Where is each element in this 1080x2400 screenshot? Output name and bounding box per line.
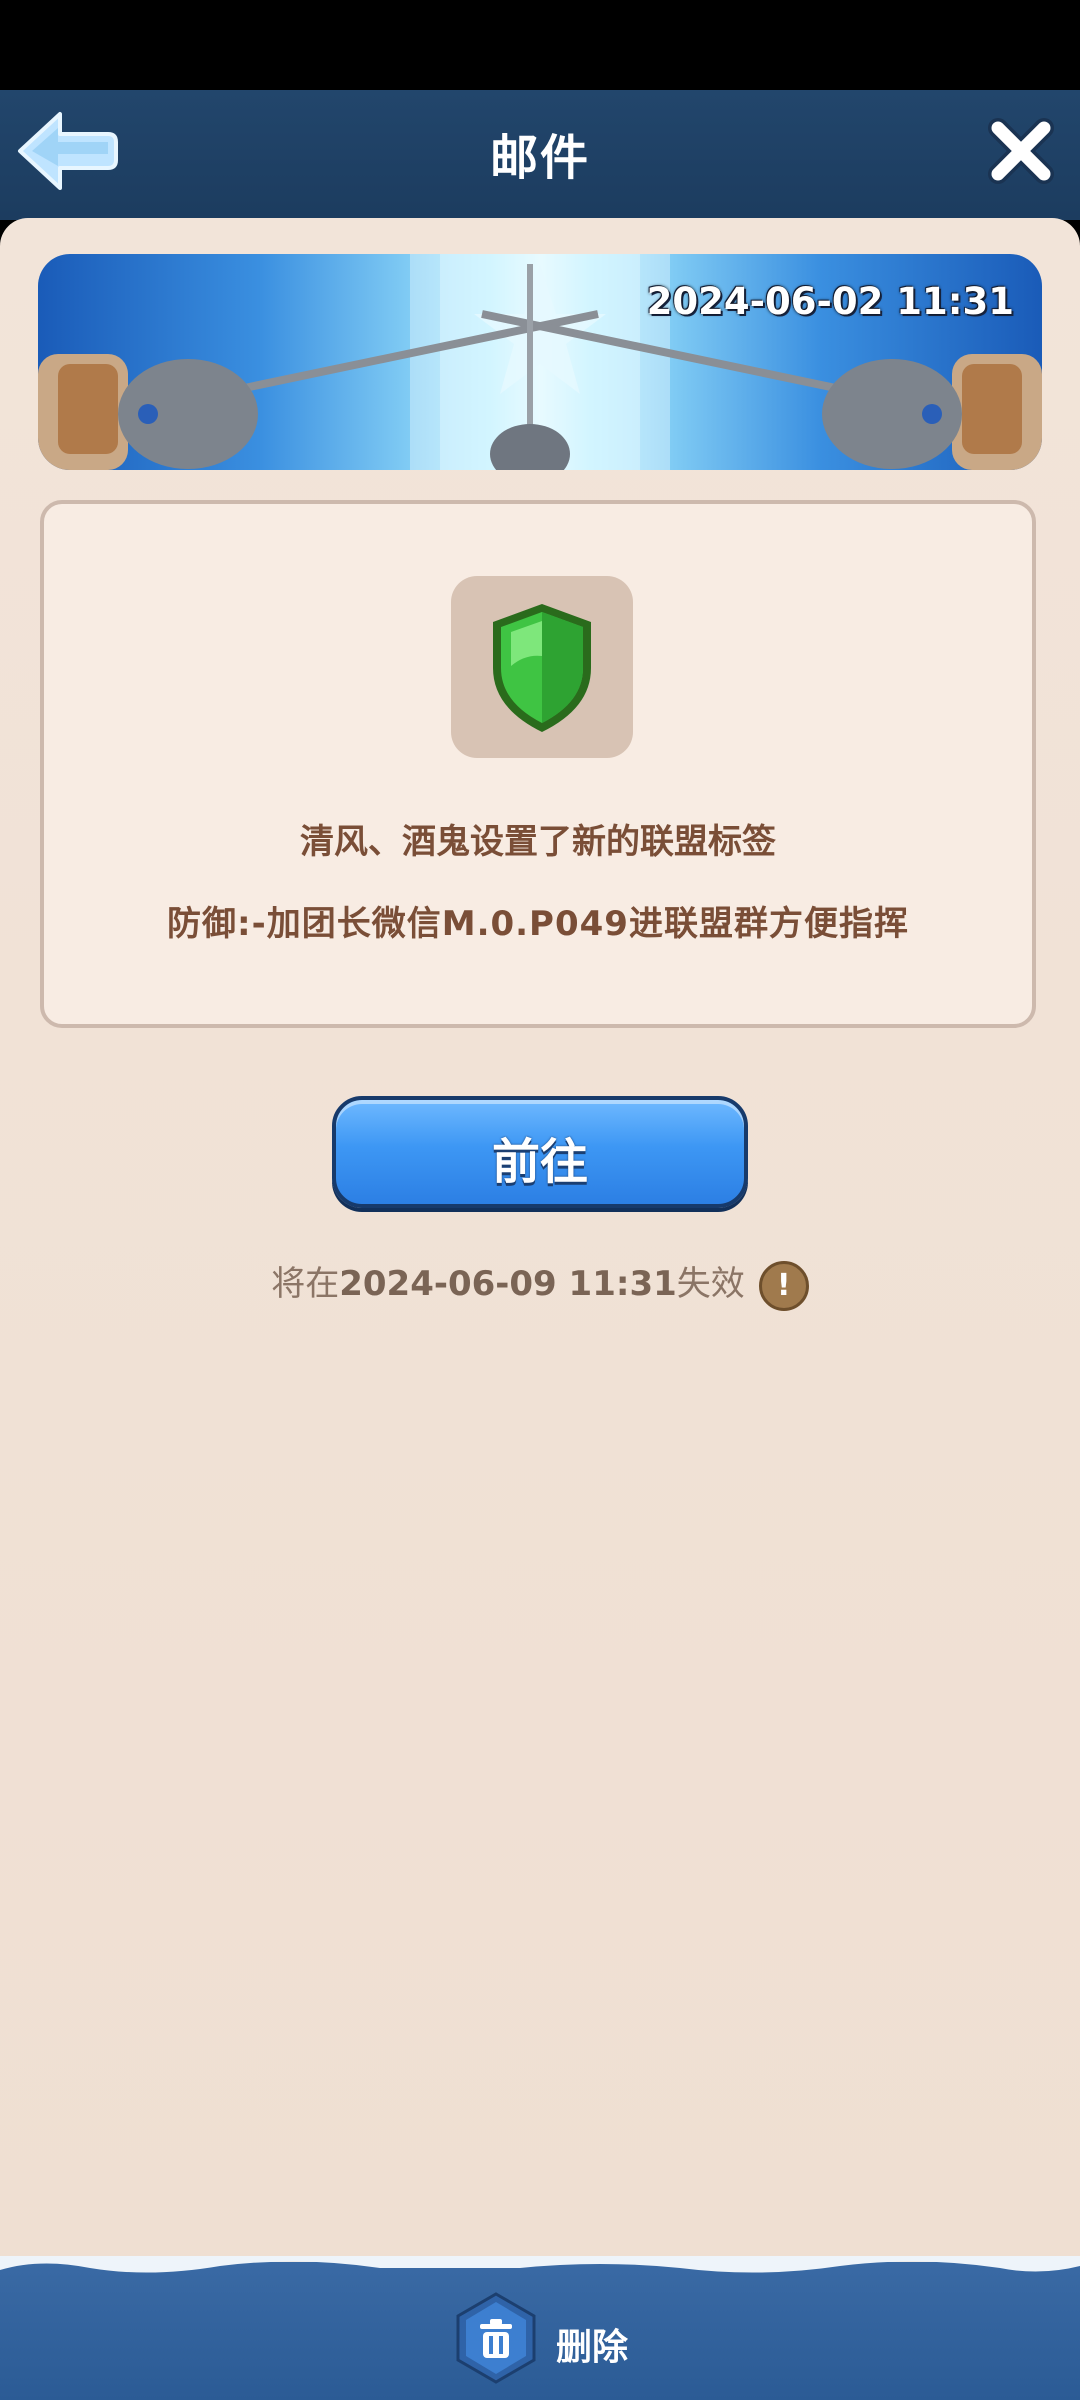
delete-label: 删除 [556, 2327, 629, 2368]
message-title: 清风、酒鬼设置了新的联盟标签 [300, 822, 776, 862]
expiry-prefix: 将在 [271, 1264, 340, 1304]
alliance-emblem [451, 576, 633, 758]
goto-button[interactable]: 前往 [332, 1096, 748, 1208]
close-button[interactable] [986, 116, 1056, 186]
page-title: 邮件 [489, 130, 590, 186]
bottom-bar: 删除 [0, 2256, 1080, 2400]
close-icon [988, 118, 1054, 184]
expiry-suffix: 失效 [676, 1264, 745, 1304]
trash-icon [456, 2292, 536, 2384]
delete-button[interactable]: 删除 [448, 2290, 658, 2390]
shield-icon [493, 604, 591, 732]
expiry-notice: 将在2024-06-09 11:31失效! [0, 1256, 1080, 1311]
message-body: 防御:-加团长微信M.0.P049进联盟群方便指挥 [167, 904, 909, 944]
mail-header: 邮件 [0, 90, 1080, 220]
message-card: 清风、酒鬼设置了新的联盟标签 防御:-加团长微信M.0.P049进联盟群方便指挥 [40, 500, 1036, 1028]
goto-button-label: 前往 [491, 1134, 588, 1190]
mail-content-panel: 2024-06-02 11:31 清风、酒鬼设置了新的联盟标签 防御:-加团长微… [0, 218, 1080, 2268]
mail-date: 2024-06-02 11:31 [646, 280, 1014, 323]
expiry-date: 2024-06-09 11:31 [339, 1264, 677, 1304]
warning-icon[interactable]: ! [758, 1260, 809, 1311]
status-bar [0, 0, 1080, 90]
mail-banner: 2024-06-02 11:31 [38, 254, 1042, 470]
snow-decoration [0, 2256, 1080, 2273]
